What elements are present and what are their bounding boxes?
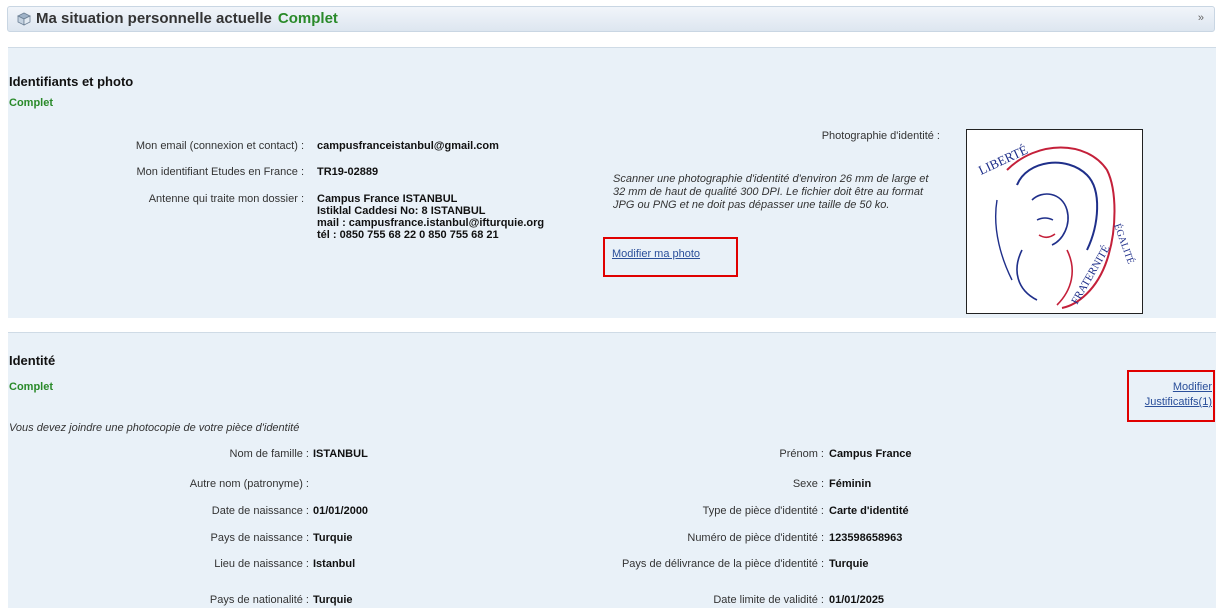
photo-word: FRATERNITÉ: [1069, 243, 1113, 306]
antenne-label: Antenne qui traite mon dossier :: [148, 193, 304, 205]
birthcountry-value: Turquie: [313, 532, 353, 544]
identity-photo: LIBERTÉ ÉGALITÉ FRATERNITÉ: [966, 129, 1143, 314]
header-title: Ma situation personnelle actuelle: [36, 10, 272, 27]
nationality-label: Pays de nationalité :: [209, 594, 309, 606]
nationality-value: Turquie: [313, 594, 353, 606]
idnumber-value: 123598658963: [829, 532, 903, 544]
birthcountry-label: Pays de naissance :: [210, 532, 309, 544]
idtype-label: Type de pièce d'identité :: [702, 505, 824, 517]
modify-photo-link[interactable]: Modifier ma photo: [612, 248, 700, 260]
identifiants-title: Identifiants et photo: [9, 74, 134, 89]
antenne-line: mail : campusfrance.istanbul@ifturquie.o…: [317, 217, 545, 229]
email-value: campusfranceistanbul@gmail.com: [317, 140, 499, 152]
othername-label: Autre nom (patronyme) :: [189, 478, 309, 490]
identite-status: Complet: [9, 381, 53, 393]
arrow-icon: [17, 12, 31, 26]
sex-label: Sexe :: [792, 478, 824, 490]
collapse-icon[interactable]: »: [1198, 12, 1204, 24]
firstname-label: Prénom :: [779, 448, 824, 460]
idtype-value: Carte d'identité: [829, 505, 909, 517]
email-label: Mon email (connexion et contact) :: [135, 140, 304, 152]
sex-value: Féminin: [829, 478, 872, 490]
photo-illustration: LIBERTÉ ÉGALITÉ FRATERNITÉ: [976, 142, 1137, 309]
modify-identity-link[interactable]: Modifier: [1173, 381, 1212, 393]
section-header[interactable]: Ma situation personnelle actuelle Complet…: [7, 6, 1215, 32]
identite-title: Identité: [9, 353, 56, 368]
validity-label: Date limite de validité :: [713, 594, 824, 606]
birthplace-label: Lieu de naissance :: [214, 558, 309, 570]
identifier-label: Mon identifiant Etudes en France :: [136, 166, 304, 178]
identifier-value: TR19-02889: [317, 166, 379, 178]
photo-word: ÉGALITÉ: [1111, 222, 1137, 266]
idnumber-label: Numéro de pièce d'identité :: [687, 532, 824, 544]
birthdate-value: 01/01/2000: [313, 505, 369, 517]
page-title: Ma situation personnelle actuelle Complet: [36, 10, 338, 27]
identity-notice: Vous devez joindre une photocopie de vot…: [9, 422, 300, 434]
lastname-value: ISTANBUL: [313, 448, 368, 460]
header-status: Complet: [277, 10, 338, 27]
identifiants-status: Complet: [9, 97, 53, 109]
photo-label: Photographie d'identité :: [821, 130, 940, 142]
photo-instructions: Scanner une photographie d'identité d'en…: [613, 173, 929, 211]
firstname-value: Campus France: [829, 448, 912, 460]
antenne-line: tél : 0850 755 68 22 0 850 755 68 21: [317, 229, 499, 241]
issuing-country-label: Pays de délivrance de la pièce d'identit…: [621, 558, 824, 570]
validity-value: 01/01/2025: [829, 594, 885, 606]
antenne-line: Istiklal Caddesi No: 8 ISTANBUL: [317, 205, 486, 217]
issuing-country-value: Turquie: [829, 558, 869, 570]
photo-word: LIBERTÉ: [976, 142, 1030, 178]
antenne-value: Campus France ISTANBUL Istiklal Caddesi …: [317, 193, 544, 241]
birthdate-label: Date de naissance :: [211, 505, 309, 517]
birthplace-value: Istanbul: [313, 558, 356, 570]
justificatifs-link[interactable]: Justificatifs(1): [1145, 396, 1212, 408]
lastname-label: Nom de famille :: [229, 448, 309, 460]
antenne-line: Campus France ISTANBUL: [317, 193, 458, 205]
